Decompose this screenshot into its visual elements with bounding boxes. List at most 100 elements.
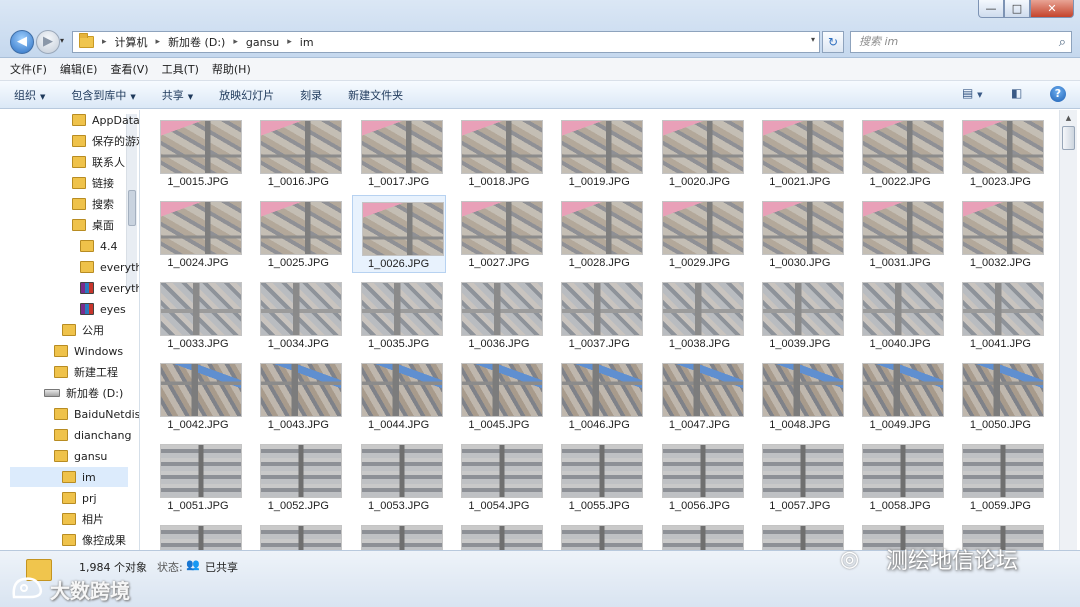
file-tile[interactable] (452, 519, 546, 550)
file-tile[interactable]: 1_0057.JPG (753, 438, 847, 516)
file-tile[interactable]: 1_0018.JPG (452, 114, 546, 192)
sidebar-item-everything[interactable]: everything (80, 278, 139, 298)
file-tile[interactable]: 1_0044.JPG (352, 357, 446, 435)
file-tile[interactable]: 1_0053.JPG (352, 438, 446, 516)
help-icon[interactable]: ? (1050, 86, 1066, 102)
file-tile[interactable]: 1_0046.JPG (552, 357, 646, 435)
include-in-library-button[interactable]: 包含到库中 ▼ (71, 87, 135, 103)
file-tile[interactable]: 1_0027.JPG (452, 195, 546, 273)
scroll-thumb[interactable] (1062, 126, 1075, 150)
file-tile[interactable]: 1_0028.JPG (552, 195, 646, 273)
file-tile[interactable]: 1_0031.JPG (853, 195, 947, 273)
forward-button[interactable]: ▶ (36, 30, 60, 54)
file-tile[interactable]: 1_0047.JPG (653, 357, 747, 435)
organize-button[interactable]: 组织 ▼ (14, 87, 45, 103)
sidebar-item-[interactable]: 桌面 (72, 215, 139, 235)
file-tile[interactable]: 1_0043.JPG (251, 357, 345, 435)
file-tile[interactable]: 1_0021.JPG (753, 114, 847, 192)
file-list-scrollbar[interactable]: ▲ (1059, 110, 1077, 550)
burn-button[interactable]: 刻录 (300, 87, 322, 103)
minimize-button[interactable]: — (978, 0, 1004, 18)
slideshow-button[interactable]: 放映幻灯片 (219, 87, 274, 103)
menu-view[interactable]: 查看(V) (110, 61, 148, 77)
sidebar-item-dianchang[interactable]: dianchang (54, 425, 139, 445)
file-tile[interactable]: 1_0059.JPG (953, 438, 1047, 516)
back-button[interactable]: ◀ (10, 30, 34, 54)
sidebar-item-[interactable]: 搜索 (72, 194, 139, 214)
sidebar-item-[interactable]: 公用 (62, 320, 139, 340)
view-options-icon[interactable]: ▤ ▼ (962, 86, 983, 100)
file-tile[interactable]: 1_0019.JPG (552, 114, 646, 192)
file-tile[interactable]: 1_0035.JPG (352, 276, 446, 354)
sidebar-item-appdata[interactable]: AppData (72, 110, 139, 130)
sidebar-item-[interactable]: 新建工程 (54, 362, 139, 382)
maximize-button[interactable]: □ (1004, 0, 1030, 18)
file-tile[interactable]: 1_0051.JPG (151, 438, 245, 516)
crumb-separator[interactable]: ▸ (102, 37, 107, 47)
address-bar[interactable]: ▸ 计算机 ▸ 新加卷 (D:) ▸ gansu ▸ im ▾ (72, 31, 820, 53)
crumb-drive-d[interactable]: 新加卷 (D:) (168, 34, 225, 50)
file-tile[interactable]: 1_0016.JPG (251, 114, 345, 192)
refresh-button[interactable]: ↻ (822, 31, 844, 53)
file-tile[interactable]: 1_0038.JPG (653, 276, 747, 354)
sidebar-item-[interactable]: 像控成果 (62, 530, 139, 550)
sidebar-item-eyes[interactable]: eyes (80, 299, 139, 319)
menu-tools[interactable]: 工具(T) (162, 61, 199, 77)
file-tile[interactable]: 1_0039.JPG (753, 276, 847, 354)
crumb-separator[interactable]: ▸ (287, 37, 292, 47)
file-tile[interactable]: 1_0050.JPG (953, 357, 1047, 435)
sidebar-item-windows[interactable]: Windows (54, 341, 139, 361)
file-tile[interactable]: 1_0029.JPG (653, 195, 747, 273)
file-tile[interactable]: 1_0015.JPG (151, 114, 245, 192)
file-tile[interactable]: 1_0054.JPG (452, 438, 546, 516)
file-tile[interactable]: 1_0024.JPG (151, 195, 245, 273)
file-tile[interactable]: 1_0023.JPG (953, 114, 1047, 192)
file-tile[interactable]: 1_0017.JPG (352, 114, 446, 192)
crumb-computer[interactable]: 计算机 (115, 34, 148, 50)
scroll-up-icon[interactable]: ▲ (1060, 110, 1077, 126)
menu-edit[interactable]: 编辑(E) (60, 61, 98, 77)
file-tile[interactable]: 1_0045.JPG (452, 357, 546, 435)
file-tile[interactable]: 1_0040.JPG (853, 276, 947, 354)
file-tile[interactable] (352, 519, 446, 550)
sidebar-item-baidunetdisk[interactable]: BaiduNetdisk (54, 404, 139, 424)
sidebar-item-[interactable]: 保存的游戏 (72, 131, 139, 151)
sidebar-item-[interactable]: 联系人 (72, 152, 139, 172)
file-tile[interactable]: 1_0032.JPG (953, 195, 1047, 273)
crumb-im[interactable]: im (300, 36, 314, 49)
menu-help[interactable]: 帮助(H) (212, 61, 251, 77)
crumb-separator[interactable]: ▸ (233, 37, 238, 47)
preview-pane-icon[interactable]: ◧ (1011, 86, 1022, 100)
sidebar-item-gansu[interactable]: gansu (54, 446, 139, 466)
file-tile[interactable]: 1_0041.JPG (953, 276, 1047, 354)
sidebar-item-prj[interactable]: prj (62, 488, 139, 508)
file-tile[interactable]: 1_0042.JPG (151, 357, 245, 435)
sidebar-item-d[interactable]: 新加卷 (D:) (44, 383, 139, 403)
file-tile[interactable]: 1_0048.JPG (753, 357, 847, 435)
crumb-gansu[interactable]: gansu (246, 36, 279, 49)
file-tile[interactable] (653, 519, 747, 550)
file-tile[interactable]: 1_0020.JPG (653, 114, 747, 192)
menu-file[interactable]: 文件(F) (10, 61, 47, 77)
file-tile[interactable] (552, 519, 646, 550)
file-tile[interactable]: 1_0036.JPG (452, 276, 546, 354)
file-tile[interactable]: 1_0033.JPG (151, 276, 245, 354)
search-input[interactable]: 搜索 im ⌕ (850, 31, 1072, 53)
file-tile[interactable]: 1_0022.JPG (853, 114, 947, 192)
file-tile[interactable]: 1_0058.JPG (853, 438, 947, 516)
search-icon[interactable]: ⌕ (1059, 33, 1066, 53)
sidebar-item-4-4[interactable]: 4.4 (80, 236, 139, 256)
recent-pages-dropdown[interactable]: ▾ (60, 36, 64, 45)
file-tile[interactable]: 1_0052.JPG (251, 438, 345, 516)
address-dropdown-icon[interactable]: ▾ (811, 35, 815, 44)
file-tile[interactable]: 1_0055.JPG (552, 438, 646, 516)
file-tile[interactable] (151, 519, 245, 550)
file-tile[interactable]: 1_0026.JPG (351, 195, 446, 273)
sidebar-item-[interactable]: 链接 (72, 173, 139, 193)
crumb-separator[interactable]: ▸ (156, 37, 161, 47)
sidebar-item-everything[interactable]: everything (80, 257, 139, 277)
sidebar-item-im[interactable]: im (10, 467, 128, 487)
new-folder-button[interactable]: 新建文件夹 (348, 87, 403, 103)
file-tile[interactable]: 1_0030.JPG (753, 195, 847, 273)
file-tile[interactable]: 1_0049.JPG (853, 357, 947, 435)
